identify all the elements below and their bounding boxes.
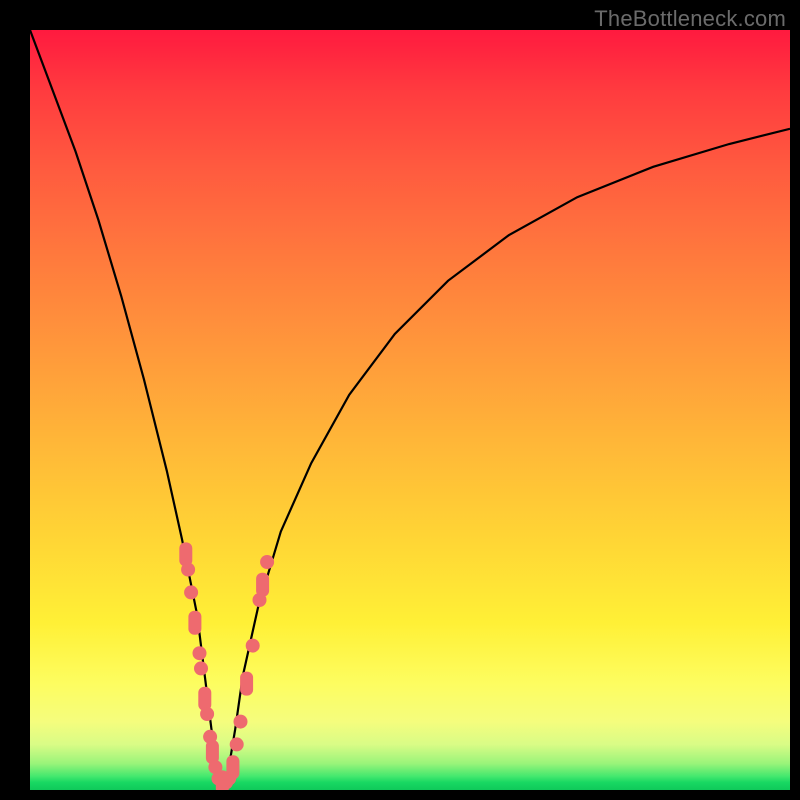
bottleneck-curve xyxy=(30,30,790,782)
chart-frame: TheBottleneck.com xyxy=(0,0,800,800)
cluster-lozenge xyxy=(188,611,201,635)
cluster-lozenge xyxy=(240,672,253,696)
cluster-dot xyxy=(246,639,260,653)
chart-svg xyxy=(30,30,790,790)
cluster-dot xyxy=(194,661,208,675)
cluster-dot xyxy=(200,707,214,721)
cluster-lozenge xyxy=(226,755,239,779)
watermark-text: TheBottleneck.com xyxy=(594,6,786,32)
cluster-dot xyxy=(260,555,274,569)
cluster-dot xyxy=(234,715,248,729)
cluster-lozenge xyxy=(179,542,192,566)
curve-line xyxy=(30,30,790,782)
sample-point-cluster xyxy=(179,542,274,790)
cluster-dot xyxy=(181,563,195,577)
plot-area xyxy=(30,30,790,790)
cluster-dot xyxy=(230,737,244,751)
cluster-lozenge xyxy=(198,687,211,711)
cluster-lozenge xyxy=(256,573,269,597)
cluster-dot xyxy=(193,646,207,660)
cluster-dot xyxy=(184,585,198,599)
